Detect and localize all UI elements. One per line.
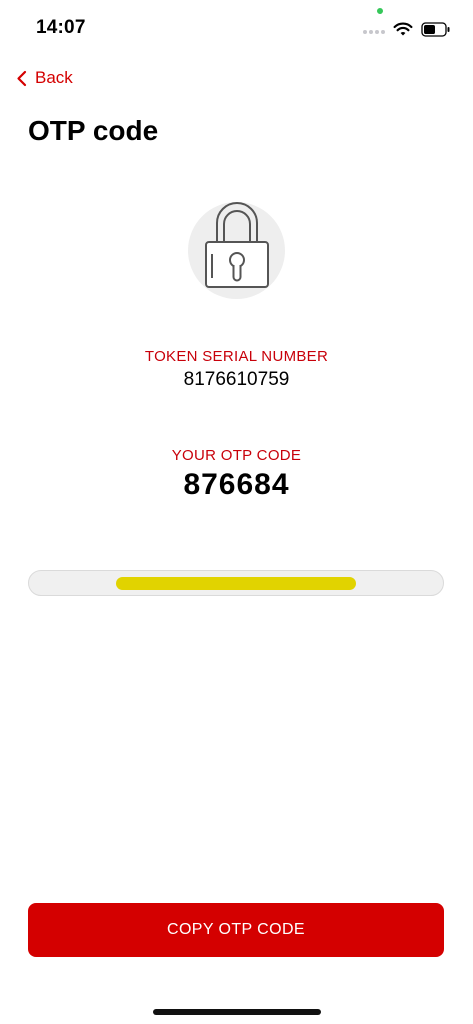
back-label: Back — [35, 68, 73, 87]
otp-validity-progress — [28, 570, 444, 596]
signal-dots-icon — [363, 30, 385, 34]
otp-code-value: 876684 — [183, 468, 290, 501]
home-indicator — [153, 1009, 321, 1015]
camera-indicator-dot — [377, 8, 383, 14]
page-title: OTP code — [28, 115, 159, 146]
wifi-icon — [393, 22, 413, 37]
copy-otp-code-button[interactable]: COPY OTP CODE — [28, 903, 444, 957]
otp-code-label: YOUR OTP CODE — [171, 447, 302, 464]
padlock-icon — [200, 198, 274, 292]
token-serial-label: TOKEN SERIAL NUMBER — [144, 348, 329, 365]
token-serial-value: 8176610759 — [183, 369, 290, 390]
status-time: 14:07 — [36, 17, 86, 38]
status-bar: 14:07 — [0, 0, 473, 56]
chevron-left-icon — [16, 70, 27, 87]
back-button[interactable]: Back — [16, 68, 73, 88]
otp-code-block: YOUR OTP CODE 876684 — [0, 447, 473, 502]
otp-validity-progress-fill — [115, 577, 357, 590]
token-serial-block: TOKEN SERIAL NUMBER 8176610759 — [0, 348, 473, 391]
battery-icon — [421, 21, 451, 37]
status-icons — [363, 18, 451, 40]
